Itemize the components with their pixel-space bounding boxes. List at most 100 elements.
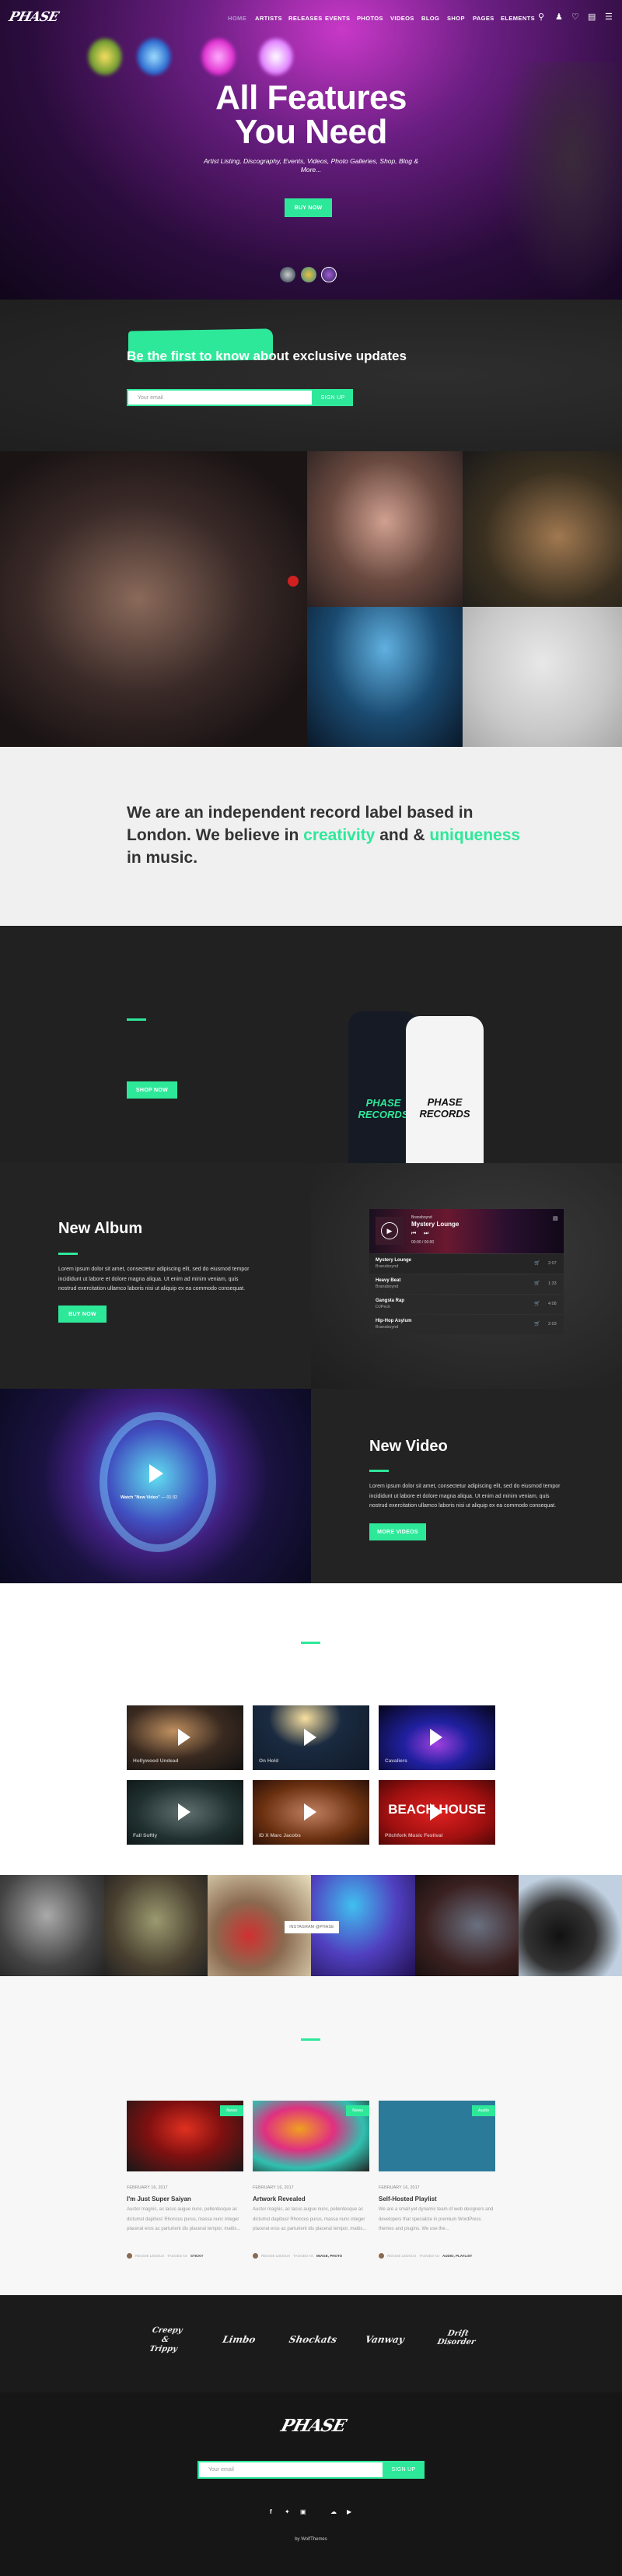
play-icon[interactable] [178, 1803, 190, 1821]
heart-icon[interactable]: ♡ [571, 12, 579, 22]
cart-icon[interactable]: 🛒 [534, 1321, 540, 1327]
nav-elements[interactable]: ELEMENTS [501, 15, 535, 22]
nav-events[interactable]: EVENTS [325, 15, 350, 22]
player-time: 00:00 / 00:00 [411, 1240, 435, 1245]
nav-artists[interactable]: ARTISTS [255, 15, 282, 22]
photo-face-hands[interactable] [307, 451, 463, 607]
post-meta: REGGIE LEDOUX TAGGED AS AUDIO, PLAYLIST [379, 2253, 495, 2259]
play-icon[interactable] [304, 1729, 316, 1746]
album-buy-now-button[interactable]: BUY NOW [58, 1306, 107, 1323]
video-thumbnail[interactable]: Fall Softly [127, 1780, 243, 1845]
post-tags[interactable]: IMAGE, PHOTO [316, 2254, 342, 2258]
facebook-icon[interactable]: f [270, 2508, 272, 2515]
post-title[interactable]: Artwork Revealed [253, 2196, 369, 2203]
post-author[interactable]: REGGIE LEDOUX [387, 2254, 416, 2258]
cart-icon[interactable]: 🛒 [534, 1301, 540, 1306]
site-logo[interactable]: PHASE [7, 9, 60, 25]
slide-thumb-1[interactable] [280, 267, 295, 282]
video-caption-title: Watch "New Video" [121, 1495, 160, 1500]
menu-icon[interactable]: ☰ [605, 12, 613, 22]
nav-pages[interactable]: PAGES [473, 15, 494, 22]
instagram-link[interactable]: INSTAGRAM @PHASE [285, 1921, 339, 1933]
insta-photo[interactable] [0, 1875, 104, 1976]
twitter-icon[interactable]: ✦ [285, 2508, 290, 2515]
insta-photo[interactable] [104, 1875, 208, 1976]
track-duration: 4:08 [548, 1302, 557, 1306]
soundcloud-icon[interactable]: ☁ [330, 2508, 337, 2515]
insta-photo[interactable] [519, 1875, 622, 1976]
hero-title-line2: You Need [235, 113, 387, 151]
play-icon[interactable] [430, 1729, 442, 1746]
partner-logo[interactable]: Vanway [365, 2334, 406, 2345]
photo-tattooed-hand[interactable] [0, 451, 307, 747]
nav-videos[interactable]: VIDEOS [390, 15, 414, 22]
cart-icon[interactable]: 🛒 [534, 1260, 540, 1266]
post-date: FEBRUARY 16, 2017 [379, 2185, 420, 2190]
footer-email-input[interactable]: Your email [197, 2461, 384, 2479]
post-tags[interactable]: STICKY [190, 2254, 204, 2258]
nav-shop[interactable]: SHOP [447, 15, 465, 22]
merch-section: SHOP NOW PHASE RECORDS PHASE RECORDS [0, 926, 622, 1163]
prev-icon[interactable]: ⏮ [411, 1231, 416, 1237]
track-row[interactable]: Gangsta Rap DJPeck 🛒 4:08 [369, 1295, 564, 1314]
nav-photos[interactable]: PHOTOS [357, 15, 383, 22]
cart-icon[interactable]: 🛒 [534, 1281, 540, 1286]
track-row[interactable]: Heavy Beat Bransboynd 🛒 1:33 [369, 1274, 564, 1294]
blog-image[interactable]: News [127, 2101, 243, 2171]
photo-man-hat[interactable] [463, 607, 622, 747]
post-title[interactable]: Self-Hosted Playlist [379, 2196, 495, 2203]
partner-logo[interactable]: Creepy & Trippy [145, 2326, 186, 2354]
footer-logo[interactable]: PHASE [279, 2416, 348, 2436]
partner-logo[interactable]: Limbo [221, 2334, 258, 2345]
video-thumbnail[interactable]: BEACH HOUSE Pitchfork Music Festival [379, 1780, 495, 1845]
category-tag[interactable]: Audio [471, 2105, 495, 2116]
footer-signup-button[interactable]: SIGN UP [383, 2461, 425, 2479]
next-icon[interactable]: ⏭ [424, 1231, 428, 1237]
slide-thumb-2[interactable] [301, 267, 316, 282]
play-icon[interactable] [149, 1464, 163, 1483]
photo-guitarist[interactable] [463, 451, 622, 607]
post-author[interactable]: REGGIE LEDOUX [261, 2254, 290, 2258]
album-title: New Album [58, 1220, 143, 1237]
nav-releases[interactable]: RELEASES [288, 15, 323, 22]
video-thumbnail[interactable]: On Hold [253, 1705, 369, 1770]
hero-buy-now-button[interactable]: BUY NOW [285, 198, 332, 217]
more-videos-button[interactable]: MORE VIDEOS [369, 1523, 426, 1540]
track-duration: 1:33 [548, 1281, 557, 1286]
newsletter-signup-button[interactable]: SIGN UP [313, 389, 353, 406]
partner-logo[interactable]: Drift Disorder [432, 2329, 483, 2346]
play-icon[interactable] [178, 1729, 190, 1746]
instagram-icon[interactable]: ▣ [300, 2508, 306, 2515]
white-tshirt[interactable]: PHASE RECORDS [406, 1016, 484, 1163]
avatar [127, 2253, 132, 2259]
user-icon[interactable]: ♟ [555, 12, 563, 22]
slide-thumb-3[interactable] [321, 267, 337, 282]
play-icon[interactable] [304, 1803, 316, 1821]
track-row[interactable]: Mystery Lounge Bransboynd 🛒 2:07 [369, 1254, 564, 1274]
category-tag[interactable]: News [346, 2105, 369, 2116]
search-icon[interactable]: ⚲ [538, 12, 544, 22]
cart-icon[interactable]: ▤ [588, 12, 596, 22]
nav-blog[interactable]: BLOG [421, 15, 439, 22]
video-player[interactable]: Watch "New Video" — 01:32 [0, 1389, 311, 1583]
post-author[interactable]: REGGIE LEDOUX [135, 2254, 164, 2258]
video-thumbnail[interactable]: Cavaliers [379, 1705, 495, 1770]
partner-logo[interactable]: Shockats [288, 2334, 338, 2345]
category-tag[interactable]: News [220, 2105, 243, 2116]
play-icon[interactable] [430, 1803, 442, 1821]
youtube-icon[interactable]: ▶ [347, 2508, 351, 2515]
photo-concert-blue[interactable] [307, 607, 463, 747]
post-title[interactable]: I'm Just Super Saiyan [127, 2196, 243, 2203]
playlist-icon[interactable]: ▤ [553, 1215, 558, 1221]
blog-image[interactable]: Audio [379, 2101, 495, 2171]
nav-home[interactable]: HOME [228, 15, 246, 22]
insta-photo[interactable] [415, 1875, 519, 1976]
post-tags[interactable]: AUDIO, PLAYLIST [442, 2254, 472, 2258]
newsletter-email-input[interactable]: Your email [127, 389, 313, 406]
video-thumbnail[interactable]: Hollywood Undead [127, 1705, 243, 1770]
track-row[interactable]: Hip-Hop Asylum Bransboynd 🛒 2:03 [369, 1315, 564, 1334]
shop-now-button[interactable]: SHOP NOW [127, 1081, 177, 1099]
play-icon[interactable]: ▶ [381, 1222, 398, 1239]
blog-image[interactable]: News [253, 2101, 369, 2171]
video-thumbnail[interactable]: ID X Marc Jacobs [253, 1780, 369, 1845]
